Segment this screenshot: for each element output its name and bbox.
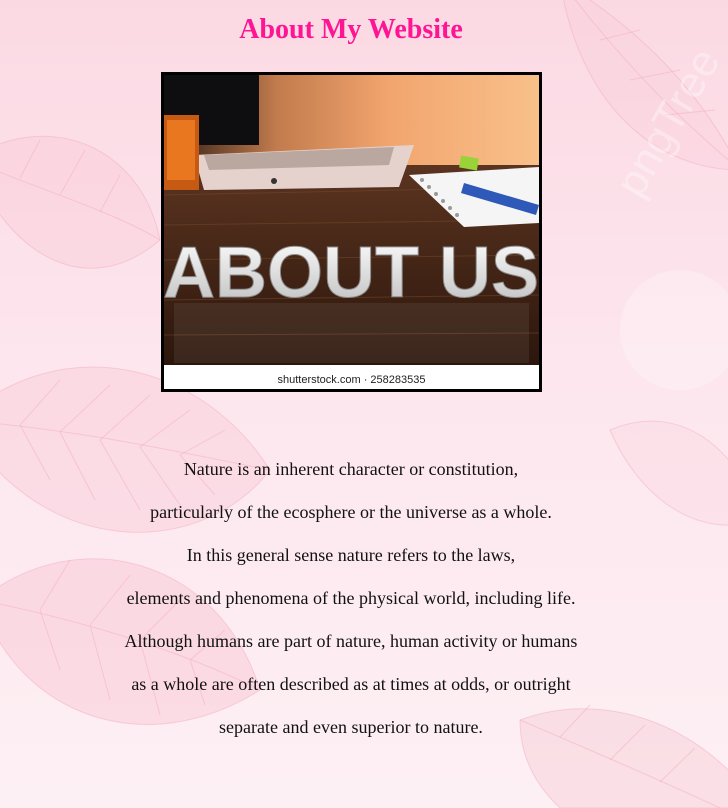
about-text: Nature is an inherent character or const…: [0, 455, 702, 756]
text-line: as a whole are often described as at tim…: [131, 674, 571, 694]
image-overlay-text: ABOUT US: [164, 233, 539, 313]
image-caption: shutterstock.com · 258283535: [277, 374, 426, 386]
text-line: separate and even superior to nature.: [219, 717, 483, 737]
about-us-image: ABOUT US shutterstock.com · 258283535: [161, 72, 542, 392]
text-line: Although humans are part of nature, huma…: [124, 631, 578, 651]
text-line: Nature is an inherent character or const…: [183, 459, 519, 479]
text-line: particularly of the ecosphere or the uni…: [150, 502, 552, 522]
text-line: In this general sense nature refers to t…: [186, 545, 516, 565]
page-title: About My Website: [239, 14, 463, 45]
text-line: elements and phenomena of the physical w…: [126, 588, 576, 608]
